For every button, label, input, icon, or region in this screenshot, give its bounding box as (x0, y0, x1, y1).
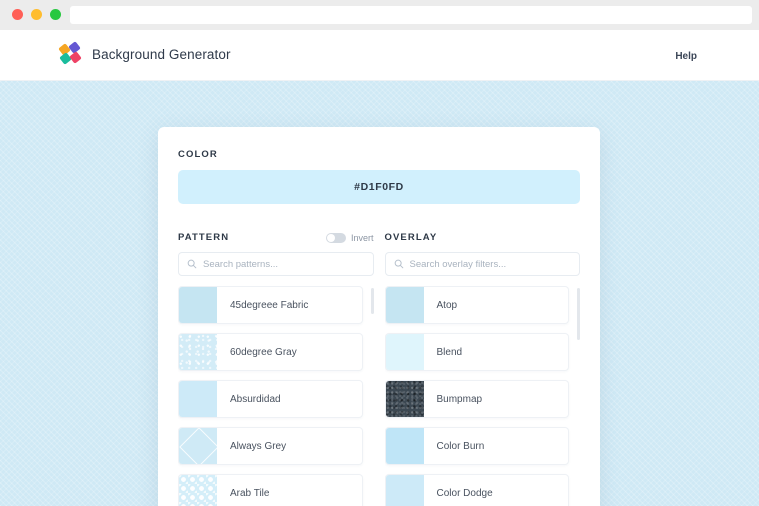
browser-chrome (0, 0, 759, 30)
preview-canvas[interactable]: COLOR #D1F0FD PATTERN Invert OVERLAY Sea… (0, 81, 759, 506)
overlay-thumbnail (385, 428, 424, 464)
overlay-item-label: Blend (436, 346, 463, 358)
app-title: Background Generator (92, 46, 231, 62)
overlay-item-label: Color Burn (436, 440, 485, 452)
search-icon (187, 259, 197, 269)
pattern-list[interactable]: 45degreee Fabric 60degree Gray Absurdida… (178, 286, 374, 506)
list-item[interactable]: Color Burn (384, 427, 569, 465)
pattern-item-label: 60degree Gray (230, 346, 297, 358)
color-swatch[interactable]: #D1F0FD (178, 170, 580, 204)
list-item[interactable]: 45degreee Fabric (178, 286, 363, 324)
pattern-thumbnail (179, 287, 217, 323)
brand[interactable]: Background Generator (58, 41, 231, 65)
list-item[interactable]: 60degree Gray (178, 333, 363, 371)
color-section-label: COLOR (178, 149, 218, 160)
list-item[interactable]: Bumpmap (384, 380, 569, 418)
invert-toggle[interactable]: Invert (325, 232, 374, 243)
list-item[interactable]: Blend (384, 333, 569, 371)
pattern-list-scrollbar[interactable] (370, 286, 374, 506)
pattern-header: PATTERN Invert (178, 232, 374, 243)
columns: 45degreee Fabric 60degree Gray Absurdida… (178, 252, 580, 506)
pattern-item-label: 45degreee Fabric (230, 299, 309, 311)
color-hex-value: #D1F0FD (354, 181, 404, 193)
invert-switch[interactable] (325, 232, 346, 243)
list-item[interactable]: Atop (384, 286, 569, 324)
pattern-column: 45degreee Fabric 60degree Gray Absurdida… (178, 252, 374, 506)
overlay-list[interactable]: Atop Blend Bumpmap Color Burn Color Dodg… (384, 286, 580, 506)
overlay-thumbnail (385, 381, 424, 417)
pattern-thumbnail (179, 428, 217, 464)
pattern-item-label: Absurdidad (230, 393, 281, 405)
pattern-section-label: PATTERN (178, 232, 230, 243)
browser-window: Background Generator Help COLOR #D1F0FD … (0, 0, 759, 506)
overlay-list-scrollbar[interactable] (577, 286, 580, 506)
columns-header: PATTERN Invert OVERLAY (178, 232, 580, 243)
overlay-column: Atop Blend Bumpmap Color Burn (384, 252, 580, 506)
overlay-list-scroll-thumb[interactable] (577, 288, 580, 340)
help-link[interactable]: Help (675, 51, 697, 62)
overlay-item-label: Color Dodge (436, 487, 493, 499)
overlay-header: OVERLAY (385, 232, 581, 243)
window-controls (12, 9, 61, 20)
pattern-search[interactable] (178, 252, 374, 276)
pattern-thumbnail (179, 334, 217, 370)
list-item[interactable]: Arab Tile (178, 474, 363, 506)
overlay-section-label: OVERLAY (384, 232, 438, 243)
app-header: Background Generator Help (0, 30, 759, 81)
invert-label: Invert (350, 232, 374, 243)
list-item[interactable]: Color Dodge (384, 474, 569, 506)
pattern-list-scroll-thumb[interactable] (370, 288, 374, 314)
app-logo-icon (58, 41, 82, 65)
overlay-item-label: Atop (436, 299, 458, 311)
list-item[interactable]: Absurdidad (178, 380, 363, 418)
overlay-search[interactable] (384, 252, 580, 276)
search-icon (394, 259, 403, 269)
pattern-search-input[interactable] (203, 258, 365, 270)
invert-switch-knob (326, 233, 335, 242)
list-item[interactable]: Always Grey (178, 427, 363, 465)
overlay-thumbnail (385, 334, 424, 370)
close-window-button[interactable] (12, 9, 23, 20)
pattern-thumbnail (179, 381, 217, 417)
address-bar[interactable] (70, 6, 752, 24)
overlay-search-input[interactable] (409, 258, 571, 270)
pattern-thumbnail (179, 475, 217, 506)
pattern-item-label: Arab Tile (230, 487, 270, 499)
overlay-item-label: Bumpmap (436, 393, 483, 405)
minimize-window-button[interactable] (31, 9, 42, 20)
pattern-item-label: Always Grey (230, 440, 287, 452)
maximize-window-button[interactable] (50, 9, 61, 20)
generator-panel: COLOR #D1F0FD PATTERN Invert OVERLAY Sea… (158, 127, 600, 506)
overlay-thumbnail (385, 475, 424, 506)
overlay-thumbnail (385, 287, 424, 323)
